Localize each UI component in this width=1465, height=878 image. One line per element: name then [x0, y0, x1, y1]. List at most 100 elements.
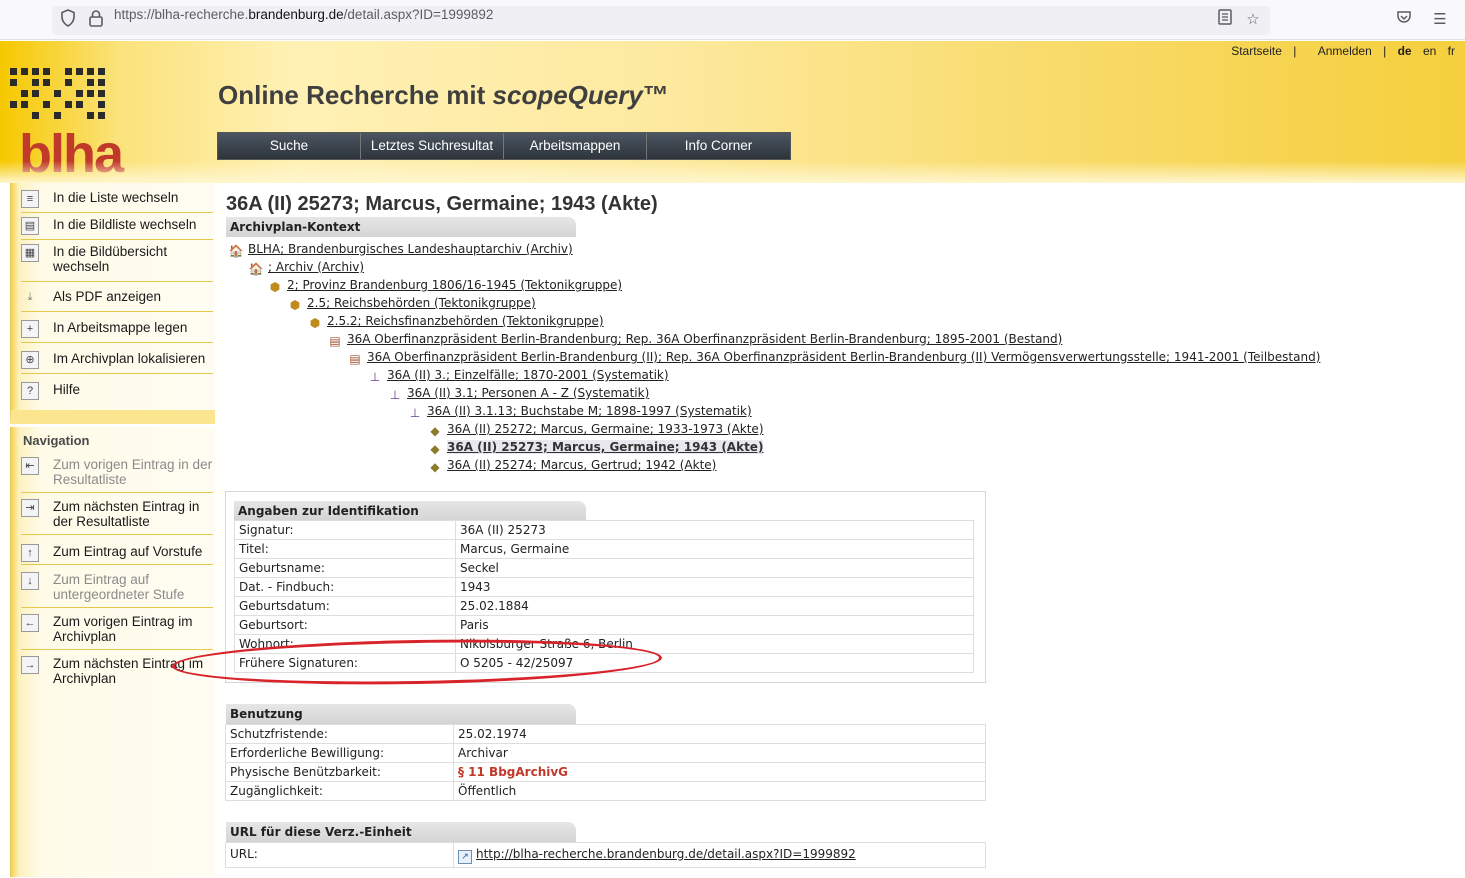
- group-icon: ⬢: [269, 280, 281, 294]
- nav-item-label: Zum nächsten Eintrag in der Resultatlist…: [53, 499, 200, 529]
- sidebar-item-label: In die Bildliste wechseln: [53, 217, 197, 232]
- tree-item-current[interactable]: ◆ 36A (II) 25273; Marcus, Germaine; 1943 …: [427, 439, 764, 457]
- sidebar: ≡ In die Liste wechseln ▤ In die Bildlis…: [0, 183, 215, 878]
- nav-up-level[interactable]: ↑ Zum Eintrag auf Vorstufe: [21, 544, 213, 565]
- menu-suche[interactable]: Suche: [218, 133, 361, 159]
- lang-fr-link[interactable]: fr: [1448, 44, 1455, 58]
- menu-letztes-suchresultat[interactable]: Letztes Suchresultat: [361, 133, 504, 159]
- hamburger-menu-icon[interactable]: ☰: [1430, 9, 1450, 29]
- tree-link[interactable]: BLHA; Brandenburgisches Landeshauptarchi…: [248, 242, 573, 256]
- pocket-icon[interactable]: [1394, 9, 1414, 29]
- tree-link[interactable]: 36A (II) 25272; Marcus, Germaine; 1933-1…: [447, 422, 764, 436]
- field-value: Öffentlich: [453, 781, 986, 801]
- usage-heading: Benutzung: [226, 704, 576, 724]
- field-label: URL:: [225, 842, 454, 868]
- tree-item[interactable]: ⬢ 2.5.2; Reichsfinanzbehörden (Tektonikgr…: [307, 313, 604, 331]
- tree-item[interactable]: 🏠 ; Archiv (Archiv): [248, 259, 365, 277]
- tree-link[interactable]: 36A Oberfinanzpräsident Berlin-Brandenbu…: [347, 332, 1062, 346]
- nav-down-level[interactable]: ↓ Zum Eintrag auf untergeordneter Stufe: [21, 572, 213, 608]
- pdf-icon: ⤓: [27, 291, 33, 303]
- nav-prev-archivplan[interactable]: ← Zum vorigen Eintrag im Archivplan: [21, 614, 213, 650]
- sidebar-item-label: In die Liste wechseln: [53, 190, 179, 205]
- sidebar-item-liste[interactable]: ≡ In die Liste wechseln: [21, 190, 213, 213]
- tree-link[interactable]: 36A (II) 3.1.13; Buchstabe M; 1898-1997 …: [427, 404, 752, 418]
- permalink[interactable]: http://blha-recherche.brandenburg.de/det…: [476, 847, 856, 861]
- tree-link[interactable]: 2.5; Reichsbehörden (Tektonikgruppe): [307, 296, 536, 310]
- tree-link[interactable]: 36A (II) 3.; Einzelfälle; 1870-2001 (Sys…: [387, 368, 669, 382]
- arrow-down-icon: ↓: [21, 572, 39, 590]
- image-list-icon: ▤: [21, 217, 39, 235]
- tree-link[interactable]: 36A (II) 3.1; Personen A - Z (Systematik…: [407, 386, 649, 400]
- tree-item[interactable]: ◆ 36A (II) 25274; Marcus, Gertrud; 1942 (…: [427, 457, 716, 475]
- url-table: URL: ↗ http://blha-recherche.brandenburg.…: [225, 842, 986, 868]
- tree-link[interactable]: 2.5.2; Reichsfinanzbehörden (Tektonikgru…: [327, 314, 604, 328]
- tree-link[interactable]: 36A Oberfinanzpräsident Berlin-Brandenbu…: [367, 350, 1320, 364]
- tree-item[interactable]: 🏠 BLHA; Brandenburgisches Landeshauptarch…: [228, 241, 573, 259]
- table-row: Geburtsort: Paris: [234, 615, 974, 635]
- field-value: Seckel: [455, 558, 974, 578]
- nav-item-label: Zum Eintrag auf Vorstufe: [53, 544, 203, 559]
- tree-item[interactable]: ⊥ 36A (II) 3.1.13; Buchstabe M; 1898-1997…: [407, 403, 752, 421]
- tree-item[interactable]: ▤ 36A Oberfinanzpräsident Berlin-Brandenb…: [347, 349, 1320, 367]
- nav-prev-result[interactable]: ⇤ Zum vorigen Eintrag in der Resultatlis…: [21, 457, 213, 493]
- sidebar-item-arbeitsmappe[interactable]: + In Arbeitsmappe legen: [21, 320, 213, 343]
- tree-item[interactable]: ◆ 36A (II) 25272; Marcus, Germaine; 1933-…: [427, 421, 764, 439]
- separator: |: [1293, 44, 1297, 58]
- reader-view-icon[interactable]: [1215, 9, 1235, 29]
- lang-de-link[interactable]: de: [1398, 44, 1412, 58]
- tree-link[interactable]: 36A (II) 25273; Marcus, Germaine; 1943 (…: [447, 440, 764, 454]
- main-menu: Suche Letztes Suchresultat Arbeitsmappen…: [217, 132, 791, 160]
- tree-link[interactable]: 36A (II) 25274; Marcus, Gertrud; 1942 (A…: [447, 458, 716, 472]
- sidebar-item-label: Hilfe: [53, 382, 81, 397]
- tree-link[interactable]: 2; Provinz Brandenburg 1806/16-1945 (Tek…: [287, 278, 622, 292]
- table-row: Erforderliche Bewilligung: Archivar: [225, 743, 986, 763]
- lang-en-link[interactable]: en: [1423, 44, 1436, 58]
- tree-link[interactable]: ; Archiv (Archiv): [268, 260, 364, 274]
- lock-icon[interactable]: [86, 9, 106, 29]
- arrow-right-icon: →: [21, 656, 39, 674]
- sidebar-item-bilduebersicht[interactable]: ▦ In die Bildübersicht wechseln: [21, 244, 213, 282]
- tree-item[interactable]: ▤ 36A Oberfinanzpräsident Berlin-Brandenb…: [327, 331, 1062, 349]
- login-link[interactable]: Anmelden: [1318, 44, 1372, 58]
- sidebar-item-pdf[interactable]: ⤓ Als PDF anzeigen: [21, 289, 213, 312]
- cabinet-icon: ▤: [349, 352, 361, 366]
- tree-item[interactable]: ⊥ 36A (II) 3.; Einzelfälle; 1870-2001 (Sy…: [367, 367, 669, 385]
- logo-text: blha: [19, 124, 124, 184]
- field-value: 25.02.1974: [453, 724, 986, 744]
- legal-link[interactable]: § 11 BbgArchivG: [453, 762, 986, 782]
- table-row: Signatur: 36A (II) 25273: [234, 520, 974, 540]
- file-icon: ◆: [430, 424, 440, 438]
- field-value: Archivar: [453, 743, 986, 763]
- shield-icon[interactable]: [58, 9, 78, 29]
- link-icon: ↗: [458, 849, 472, 864]
- nav-item-label: Zum vorigen Eintrag im Archivplan: [53, 614, 193, 644]
- table-row: Zugänglichkeit: Öffentlich: [225, 781, 986, 801]
- startseite-link[interactable]: Startseite: [1231, 44, 1282, 58]
- title-italic: scopeQuery: [492, 80, 643, 110]
- url-prefix: https://blha-recherche.: [114, 7, 249, 22]
- bookmark-star-icon[interactable]: ☆: [1243, 9, 1263, 29]
- tree-item[interactable]: ⬢ 2.5; Reichsbehörden (Tektonikgruppe): [287, 295, 536, 313]
- nav-next-result[interactable]: ⇥ Zum nächsten Eintrag in der Resultatli…: [21, 499, 213, 535]
- sidebar-item-bildliste[interactable]: ▤ In die Bildliste wechseln: [21, 217, 213, 240]
- field-label: Zugänglichkeit:: [225, 781, 454, 801]
- table-row: Physische Benützbarkeit: § 11 BbgArchivG: [225, 762, 986, 782]
- tree-item[interactable]: ⊥ 36A (II) 3.1; Personen A - Z (Systemati…: [387, 385, 650, 403]
- archivplan-heading: Archivplan-Kontext: [226, 217, 576, 237]
- menu-arbeitsmappen[interactable]: Arbeitsmappen: [504, 133, 647, 159]
- menu-info-corner[interactable]: Info Corner: [647, 133, 790, 159]
- url-text[interactable]: https://blha-recherche.brandenburg.de/de…: [114, 7, 493, 22]
- sidebar-item-hilfe[interactable]: ? Hilfe: [21, 382, 213, 405]
- sidebar-item-archivplan[interactable]: ⊕ Im Archivplan lokalisieren: [21, 351, 213, 374]
- sidebar-item-label: In Arbeitsmappe legen: [53, 320, 188, 335]
- blha-logo[interactable]: blha: [10, 68, 124, 181]
- identification-heading: Angaben zur Identifikation: [234, 501, 586, 521]
- navigation-heading: Navigation: [23, 433, 90, 448]
- field-label: Signatur:: [234, 520, 456, 540]
- table-row: Geburtsname: Seckel: [234, 558, 974, 578]
- title-trademark: ™: [642, 80, 669, 110]
- cabinet-icon: ▤: [329, 334, 341, 348]
- help-icon: ?: [21, 382, 39, 400]
- tree-item[interactable]: ⬢ 2; Provinz Brandenburg 1806/16-1945 (Te…: [267, 277, 622, 295]
- field-value: Marcus, Germaine: [455, 539, 974, 559]
